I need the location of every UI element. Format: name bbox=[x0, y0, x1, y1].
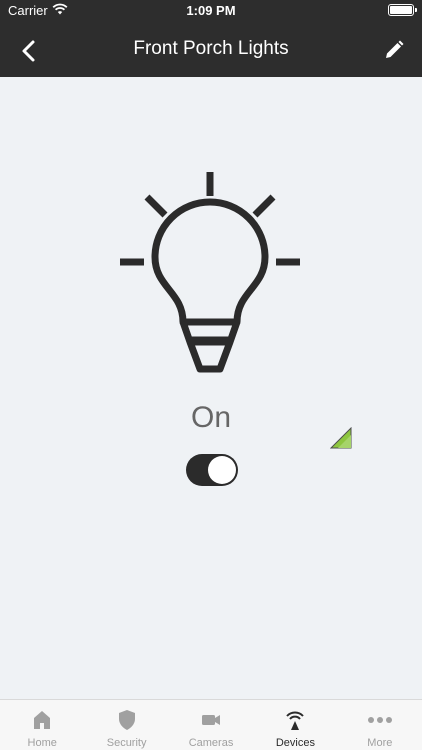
edit-button[interactable] bbox=[382, 38, 406, 62]
toggle-knob bbox=[208, 456, 236, 484]
tab-cameras[interactable]: Cameras bbox=[169, 700, 253, 750]
tab-security[interactable]: Security bbox=[84, 700, 168, 750]
light-bulb-icon bbox=[120, 172, 300, 373]
app-header: Carrier 1:09 PM Front Porch Lights bbox=[0, 0, 422, 77]
nav-bar: Front Porch Lights bbox=[0, 24, 422, 76]
status-bar: Carrier 1:09 PM bbox=[0, 0, 422, 22]
camera-icon bbox=[202, 715, 221, 725]
home-icon bbox=[34, 711, 51, 729]
page-title: Front Porch Lights bbox=[133, 38, 289, 59]
shield-icon bbox=[118, 710, 135, 730]
battery-icon bbox=[388, 4, 417, 16]
tab-cameras-label: Cameras bbox=[188, 737, 234, 749]
power-toggle[interactable] bbox=[186, 454, 238, 486]
devices-icon bbox=[286, 711, 305, 730]
tab-home-label: Home bbox=[27, 737, 57, 749]
device-detail: On bbox=[0, 77, 422, 699]
tab-security-label: Security bbox=[106, 737, 147, 749]
tab-more[interactable]: More bbox=[338, 700, 422, 750]
device-state-label: On bbox=[190, 401, 232, 434]
more-icon bbox=[367, 717, 392, 723]
tab-home[interactable]: Home bbox=[0, 700, 84, 750]
tab-bar: Home Security Cameras Devices More bbox=[0, 699, 422, 750]
tab-devices-label: Devices bbox=[275, 737, 315, 749]
tab-more-label: More bbox=[367, 737, 393, 749]
tab-devices[interactable]: Devices bbox=[253, 700, 337, 750]
clock: 1:09 PM bbox=[186, 3, 236, 18]
